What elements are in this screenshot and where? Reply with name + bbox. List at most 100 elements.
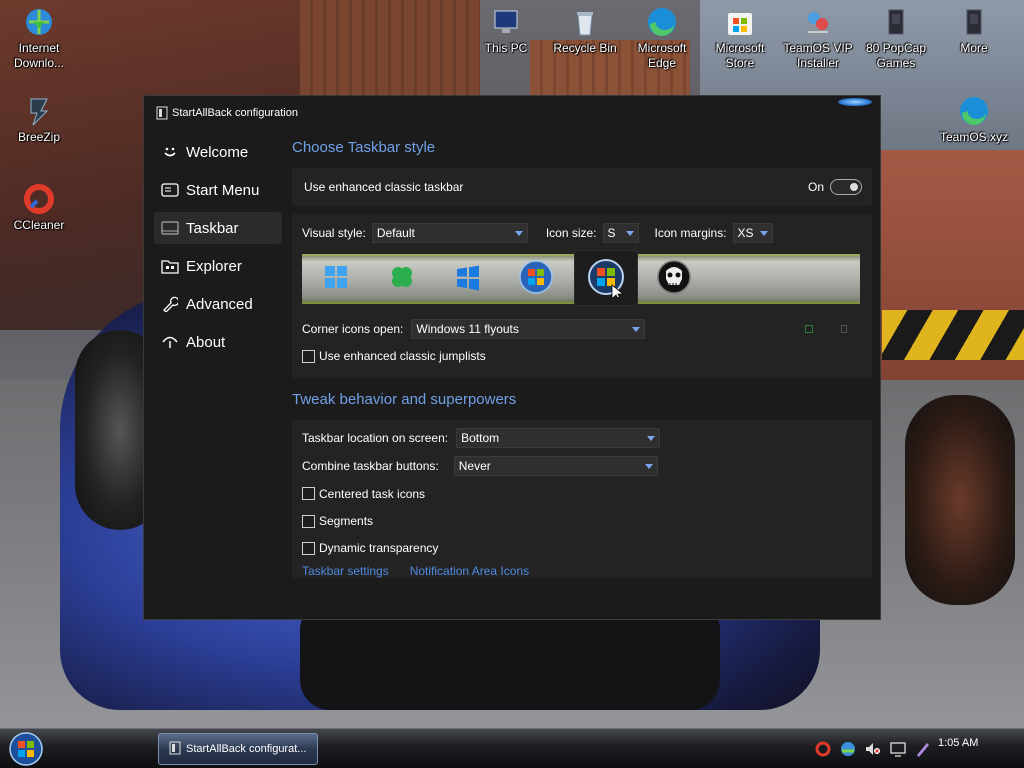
ccleaner-icon (23, 183, 55, 215)
toggle-knob (850, 183, 858, 191)
close-orb-icon[interactable] (838, 98, 872, 106)
network-tray-icon[interactable] (837, 739, 859, 759)
chevron-down-icon (647, 436, 656, 441)
taskbar-button-label: StartAllBack configurat... (186, 743, 307, 755)
app-icon (169, 741, 181, 758)
jumplists-checkbox[interactable] (302, 349, 315, 363)
taskbar-style-panel: Visual style: Default Icon size: S Icon … (292, 214, 872, 378)
combine-buttons-row: Combine taskbar buttons: Never (302, 452, 862, 480)
ccleaner-tray-icon[interactable] (812, 739, 834, 759)
taskbar: StartAllBack configurat... 1:05 AM (0, 728, 1024, 768)
style-option-windows11[interactable] (304, 250, 368, 306)
sidebar-item-start-menu[interactable]: Start Menu (154, 174, 282, 206)
sidebar-item-welcome[interactable]: Welcome (154, 136, 282, 168)
style-option-punisher[interactable] (642, 250, 706, 306)
display-icon[interactable] (887, 739, 909, 759)
tweak-panel: Taskbar location on screen: Bottom Combi… (292, 420, 872, 578)
enhanced-taskbar-toggle[interactable] (830, 179, 862, 195)
windows10-logo-icon (454, 263, 482, 294)
notification-area-icons-link[interactable]: Notification Area Icons (410, 564, 529, 578)
taskbar-settings-link[interactable]: Taskbar settings (302, 564, 389, 578)
desktop-icon-internet-download-manager[interactable]: Internet Downlo... (2, 6, 76, 71)
desktop-icon-microsoft-store[interactable]: Microsoft Store (703, 6, 777, 71)
system-tray (812, 737, 937, 761)
section-title-tweak: Tweak behavior and superpowers (292, 391, 517, 408)
style-option-clover[interactable] (370, 250, 434, 306)
desktop-icon-label: Recycle Bin (553, 41, 617, 55)
desktop-icon-ccleaner[interactable]: CCleaner (2, 183, 76, 233)
visual-style-select[interactable]: Default (371, 223, 528, 243)
breezip-icon (23, 95, 55, 127)
desktop-icon-breezip[interactable]: BreeZip (2, 95, 76, 145)
dynamic-transparency-row: Dynamic transparency (302, 535, 862, 561)
edge-icon (646, 6, 678, 38)
desktop-icon-label: This PC (484, 41, 528, 55)
enhanced-taskbar-label: Use enhanced classic taskbar (304, 180, 464, 194)
taskbar-location-label: Taskbar location on screen: (302, 431, 449, 445)
sidebar-item-explorer[interactable]: Explorer (154, 250, 282, 282)
icon-size-select[interactable]: S (602, 223, 639, 243)
desktop-icon-microsoft-edge[interactable]: Microsoft Edge (625, 6, 699, 71)
desktop-icon-teamos-xyz[interactable]: TeamOS.xyz (937, 95, 1011, 145)
sidebar-item-taskbar[interactable]: Taskbar (154, 212, 282, 244)
sidebar-item-about[interactable]: About (154, 326, 282, 358)
pen-icon[interactable] (912, 739, 934, 759)
chevron-down-icon (759, 231, 768, 236)
desktop-icon-more[interactable]: More (937, 6, 1011, 56)
taskbar-clock[interactable]: 1:05 AM (938, 737, 978, 749)
desktop-icon-recycle-bin[interactable]: Recycle Bin (548, 6, 622, 56)
installer-icon (802, 6, 834, 38)
corner-icons-label: Corner icons open: (302, 322, 404, 336)
sidebar-item-label: Taskbar (186, 219, 239, 237)
flyout-preview-green-icon (805, 325, 814, 333)
icon-margins-value: XS (737, 226, 754, 240)
chevron-down-icon (632, 327, 641, 332)
icon-size-value: S (607, 226, 616, 240)
desktop-icon-teamos-vip-installer[interactable]: TeamOS VIP Installer (781, 6, 855, 71)
combine-buttons-value: Never (458, 459, 491, 473)
dynamic-transparency-checkbox[interactable] (302, 541, 315, 555)
main-content: Choose Taskbar style Use enhanced classi… (292, 136, 872, 578)
windows11-logo-icon (322, 263, 350, 294)
corner-icons-select[interactable]: Windows 11 flyouts (411, 319, 646, 339)
flyout-preview-gray-icon (841, 325, 848, 333)
sidebar-item-advanced[interactable]: Advanced (154, 288, 282, 320)
desktop-icon-label: TeamOS.xyz (939, 130, 1008, 144)
startallback-window: StartAllBack configuration Welcome Start… (143, 95, 881, 620)
style-option-windows7[interactable] (504, 250, 568, 306)
taskbar-icon (160, 219, 180, 237)
sidebar: Welcome Start Menu Taskbar Explorer Adva… (154, 136, 282, 364)
smiley-icon (160, 143, 180, 161)
combine-buttons-select[interactable]: Never (453, 456, 658, 476)
desktop-icon-label: BreeZip (17, 130, 61, 144)
folder-shortcut-icon (880, 6, 912, 38)
enhanced-taskbar-row: Use enhanced classic taskbar On (292, 168, 872, 206)
centered-icons-checkbox[interactable] (302, 487, 315, 500)
desktop-icon-popcap-games[interactable]: 80 PopCap Games (859, 6, 933, 71)
desktop-icon-this-pc[interactable]: This PC (469, 6, 543, 56)
style-option-windows10[interactable] (436, 250, 500, 306)
segments-checkbox[interactable] (302, 514, 315, 528)
volume-muted-icon[interactable] (862, 739, 884, 759)
desktop-icon-label: CCleaner (13, 218, 65, 232)
icon-margins-select[interactable]: XS (732, 223, 773, 243)
sidebar-item-label: About (186, 333, 226, 351)
window-titlebar[interactable]: StartAllBack configuration (144, 96, 880, 130)
sidebar-item-label: Explorer (186, 257, 242, 275)
start-button[interactable] (4, 730, 48, 768)
centered-icons-label: Centered task icons (319, 486, 426, 501)
visual-style-value: Default (376, 226, 415, 240)
icon-size-label: Icon size: (545, 226, 597, 240)
taskbar-location-value: Bottom (461, 431, 500, 445)
taskbar-location-row: Taskbar location on screen: Bottom (302, 424, 862, 452)
app-icon (156, 106, 168, 120)
corner-icons-row: Corner icons open: Windows 11 flyouts (302, 318, 862, 340)
jumplists-label: Use enhanced classic jumplists (319, 349, 486, 363)
recycle-bin-icon (569, 6, 601, 38)
internet-download-manager-icon (23, 6, 55, 38)
section-title-taskbar-style: Choose Taskbar style (292, 139, 436, 156)
chevron-down-icon (514, 231, 523, 236)
taskbar-location-select[interactable]: Bottom (456, 428, 661, 448)
taskbar-button-startallback[interactable]: StartAllBack configurat... (158, 733, 318, 765)
style-option-windows-vista[interactable] (574, 250, 638, 306)
